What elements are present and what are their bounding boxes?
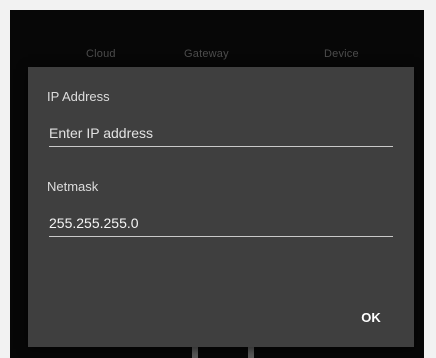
tab-gateway[interactable]: Gateway [184,48,229,60]
tab-cloud[interactable]: Cloud [86,48,116,60]
netmask-label: Netmask [47,179,99,194]
netmask-input[interactable] [49,210,393,237]
network-settings-dialog: IP Address Netmask OK [28,67,414,347]
right-connector-line [248,346,254,358]
ok-button[interactable]: OK [350,303,392,331]
tab-bar: Cloud Gateway Device [10,10,424,66]
tab-device[interactable]: Device [324,48,359,60]
ip-address-label: IP Address [47,89,110,104]
app-screen: Cloud Gateway Device IP Address Netmask … [10,10,424,358]
ip-address-input[interactable] [49,120,393,147]
left-connector-line [192,346,198,358]
